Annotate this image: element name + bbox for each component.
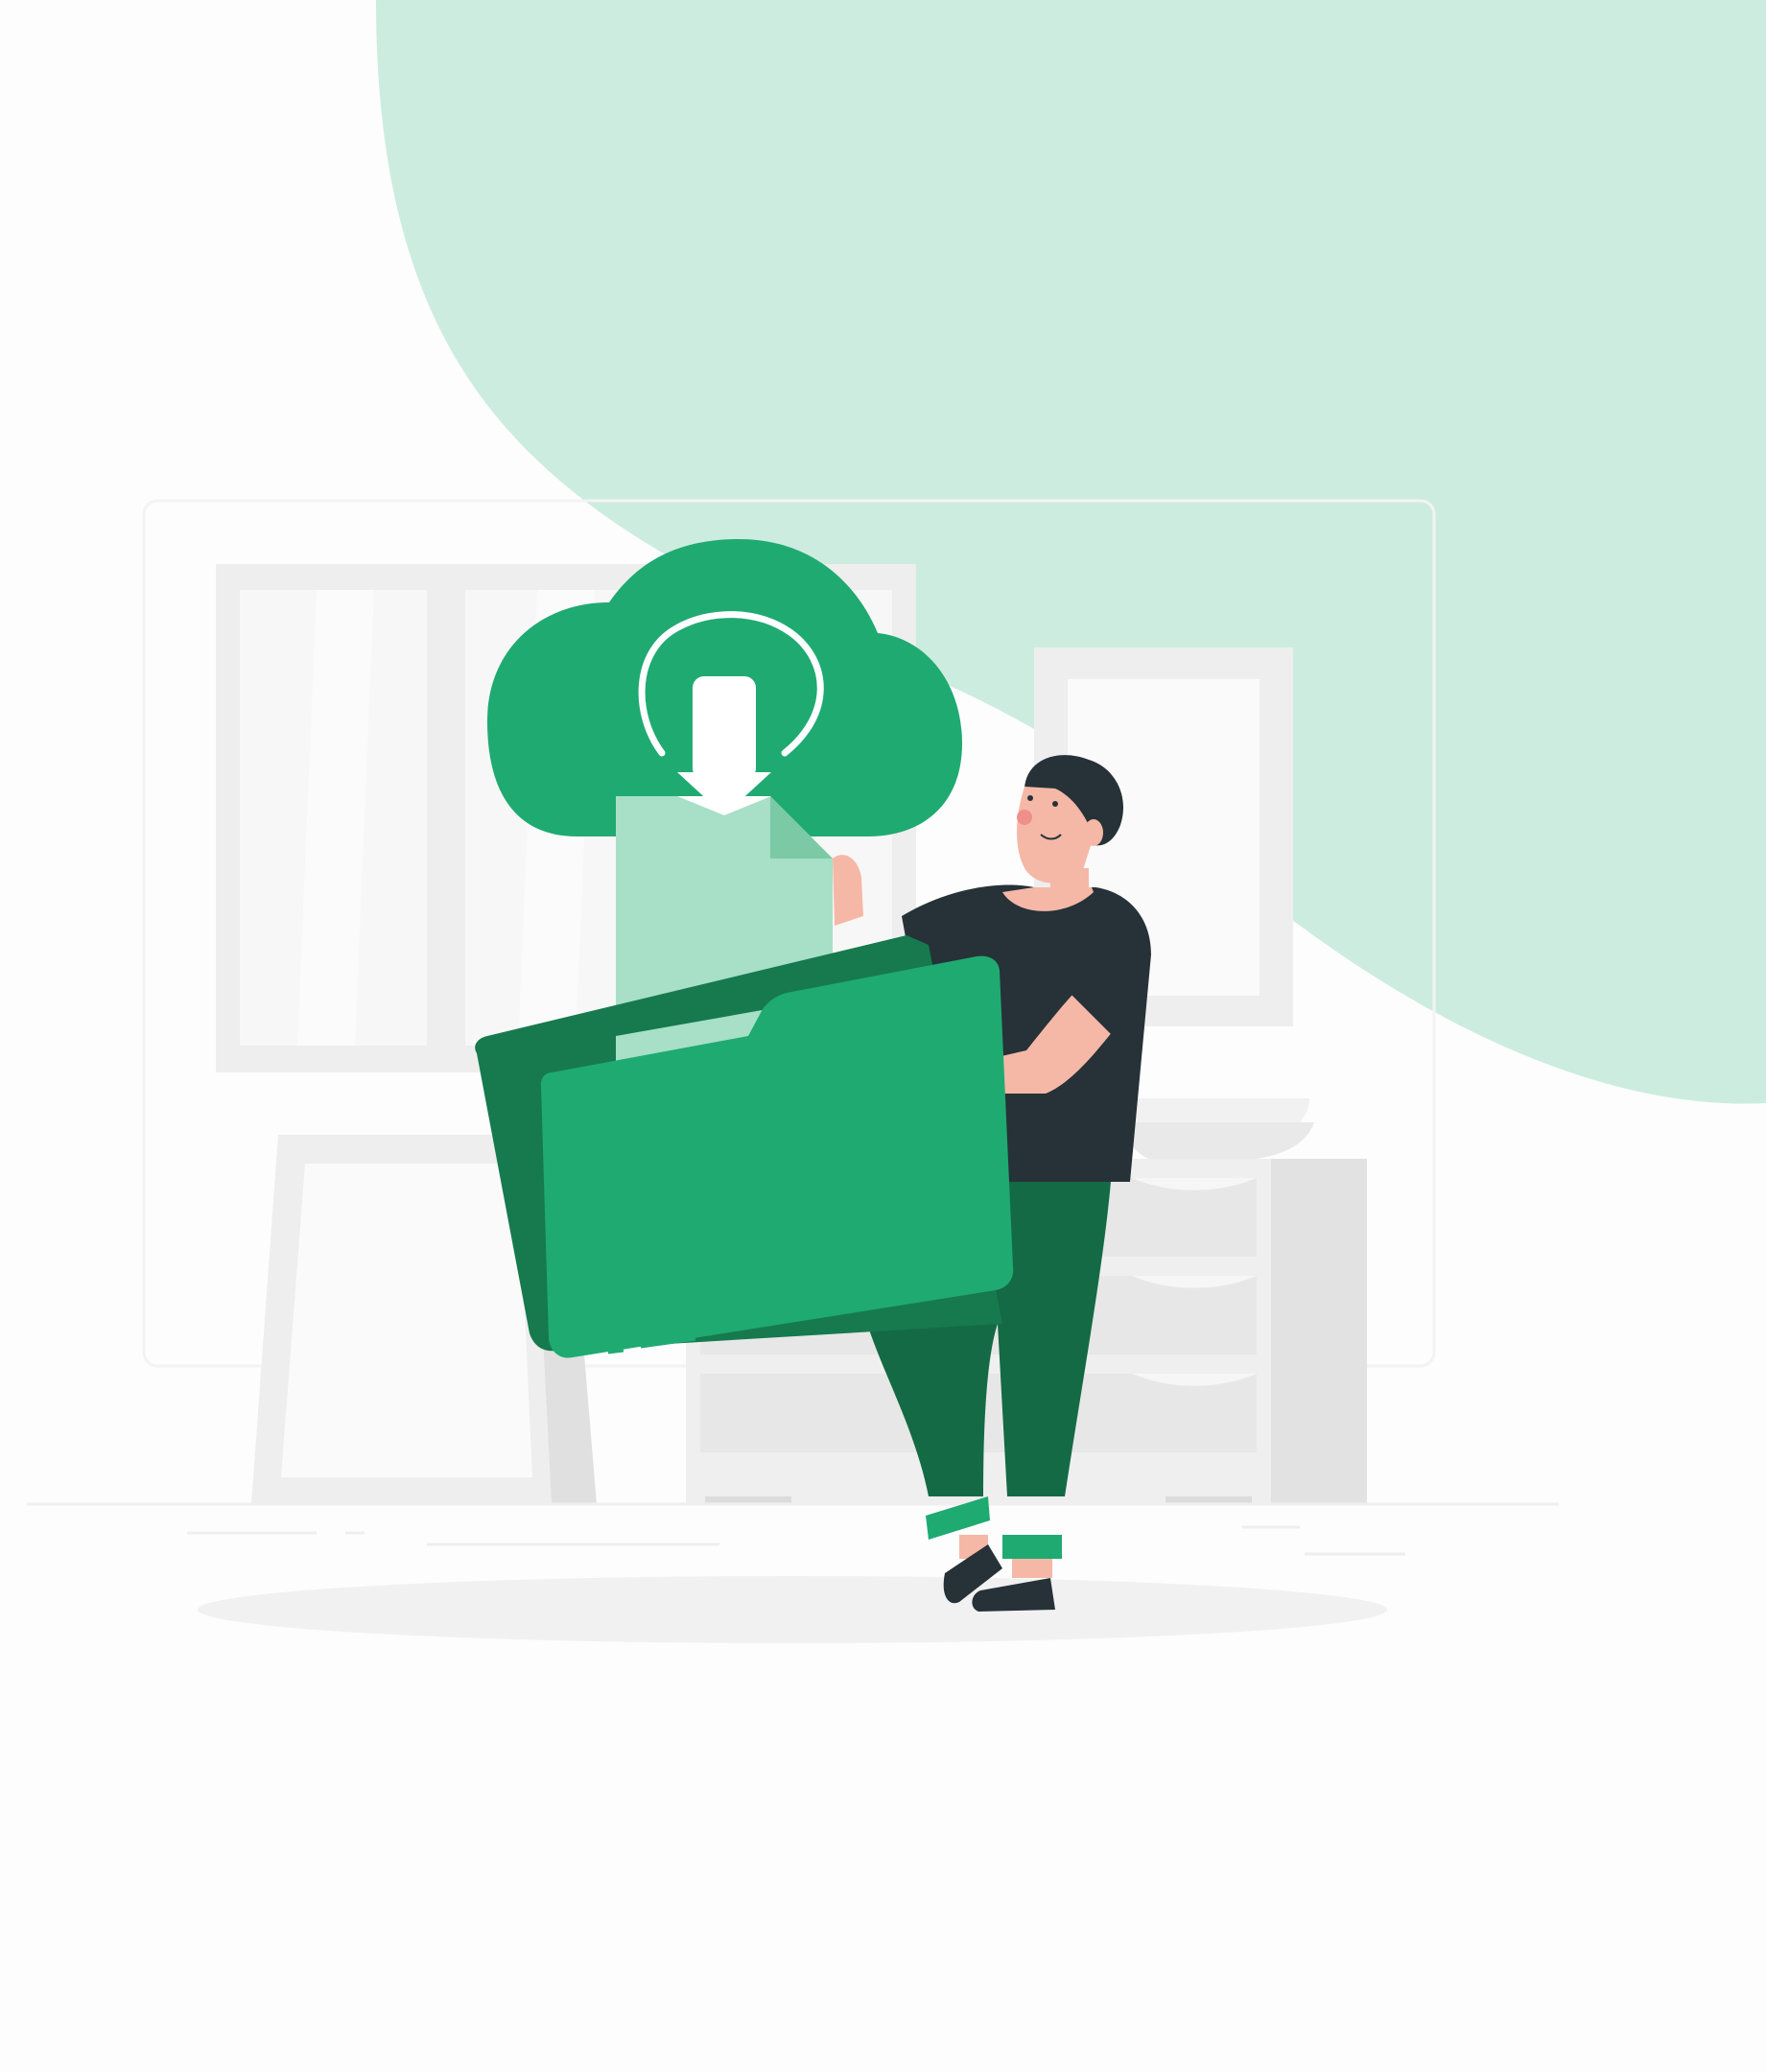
floor-dashes (187, 1525, 1405, 1556)
cloud-download-illustration (27, 0, 1766, 1643)
wall-shelf (1113, 1098, 1314, 1161)
illustration-stage (0, 0, 1766, 2072)
ground-shadow (198, 1576, 1387, 1643)
